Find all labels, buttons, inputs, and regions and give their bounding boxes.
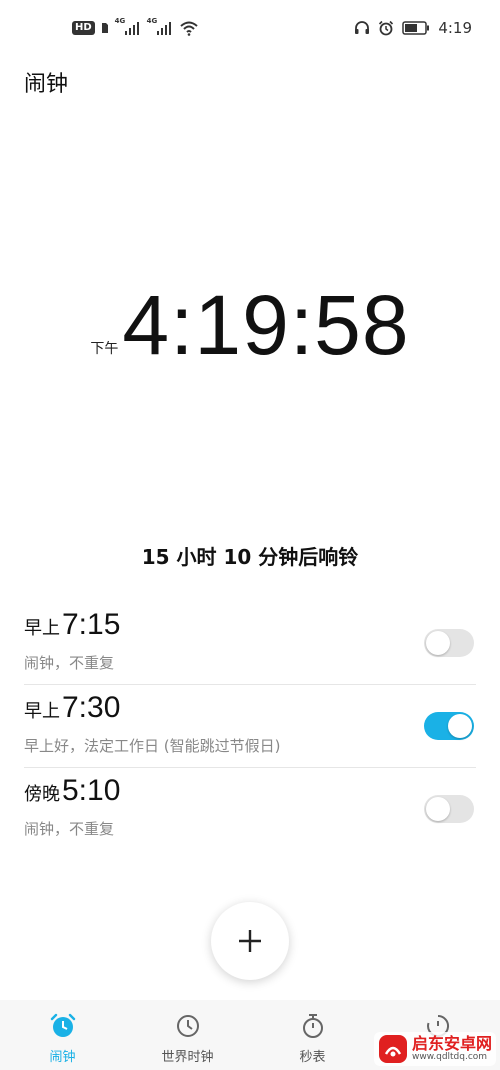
toggle-knob	[426, 631, 450, 655]
alarm-time: 早上 7:15	[24, 608, 120, 642]
next-ring-text: 15 小时 10 分钟后响铃	[141, 545, 359, 569]
digital-clock: 下午4:19:58	[0, 280, 500, 370]
alarm-time: 傍晚 5:10	[24, 774, 120, 808]
tab-stopwatch[interactable]: 秒表	[250, 1000, 375, 1070]
alarm-description: 早上好，法定工作日 (智能跳过节假日)	[24, 737, 281, 755]
alarm-toggle[interactable]	[424, 712, 474, 740]
alarm-list: 早上 7:15 闹钟，不重复 早上 7:30 早上好，法定工作日 (智能跳过节假…	[0, 602, 500, 850]
alarm-time: 早上 7:30	[24, 691, 120, 725]
alarm-period: 早上	[24, 701, 60, 722]
tab-label: 世界时钟	[161, 1050, 214, 1065]
status-bar: HD 4G 4G 4:19	[0, 0, 500, 58]
tab-world-clock[interactable]: 世界时钟	[125, 1000, 250, 1070]
headset-icon	[355, 21, 370, 34]
watermark: 启东安卓网 www.qdltdq.com	[373, 1032, 496, 1066]
tab-alarm[interactable]: 闹钟	[0, 1000, 125, 1070]
alarm-description: 闹钟，不重复	[24, 654, 115, 672]
watermark-logo-icon	[378, 1035, 407, 1063]
alarm-clock: 5:10	[62, 774, 121, 807]
alarm-clock-icon	[50, 1013, 75, 1037]
hd-badge: HD	[72, 21, 95, 35]
toggle-knob	[426, 797, 450, 821]
sim-icon	[101, 23, 108, 33]
status-left: HD 4G 4G	[72, 17, 199, 38]
network-type-label: 4G	[114, 17, 126, 25]
clock-time: 4:19:58	[122, 278, 410, 372]
status-right: 4:19	[354, 18, 472, 38]
alarm-period: 早上	[24, 618, 60, 639]
toggle-knob	[448, 714, 472, 738]
alarm-item[interactable]: 早上 7:15 闹钟，不重复	[24, 602, 476, 685]
alarm-period: 傍晚	[24, 784, 60, 805]
network-type-label-2: 4G	[146, 17, 158, 25]
tab-label: 秒表	[299, 1050, 326, 1065]
tab-label: 闹钟	[49, 1050, 76, 1065]
battery-icon	[402, 21, 430, 35]
alarm-icon	[379, 20, 394, 36]
clock-ampm: 下午	[90, 341, 119, 357]
signal-icon: 4G	[114, 17, 141, 37]
alarm-toggle[interactable]	[424, 795, 474, 823]
wifi-icon	[180, 21, 198, 36]
add-alarm-button[interactable]	[211, 902, 289, 980]
alarm-item[interactable]: 早上 7:30 早上好，法定工作日 (智能跳过节假日)	[24, 685, 476, 768]
signal-icon-2: 4G	[146, 17, 173, 37]
plus-icon	[239, 930, 261, 952]
world-clock-icon	[176, 1015, 199, 1037]
status-time: 4:19	[438, 19, 472, 37]
watermark-url: www.qdltdq.com	[411, 1051, 488, 1062]
alarm-item[interactable]: 傍晚 5:10 闹钟，不重复	[24, 768, 476, 850]
alarm-clock: 7:15	[62, 608, 121, 641]
alarm-description: 闹钟，不重复	[24, 820, 115, 838]
alarm-toggle[interactable]	[424, 629, 474, 657]
stopwatch-icon	[302, 1014, 323, 1038]
page-title: 闹钟	[24, 72, 69, 97]
alarm-clock: 7:30	[62, 691, 121, 724]
watermark-title: 启东安卓网	[411, 1034, 492, 1054]
